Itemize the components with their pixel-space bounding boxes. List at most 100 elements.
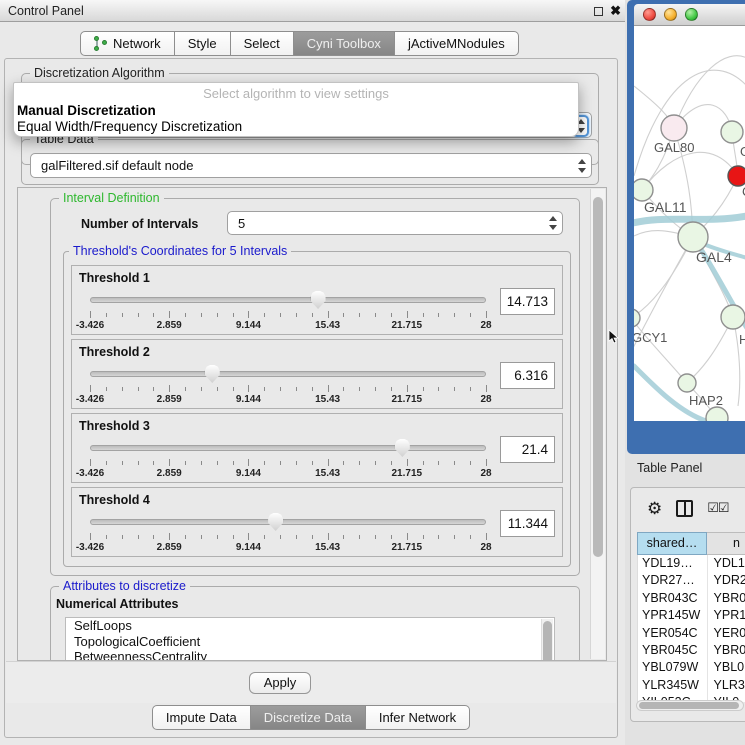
- minimize-window-icon[interactable]: [664, 8, 677, 21]
- algorithm-placeholder: Select algorithm to view settings: [14, 86, 578, 101]
- tick-label: 9.144: [236, 468, 261, 479]
- tick-label: 2.859: [157, 542, 182, 553]
- top-tabstrip: Network Style Select Cyni Toolbox jActiv…: [80, 31, 519, 56]
- tab-style[interactable]: Style: [175, 31, 231, 56]
- slider-thumb[interactable]: [311, 291, 326, 309]
- numerical-attributes-list[interactable]: SelfLoopsTopologicalCoefficientBetweenne…: [65, 617, 555, 661]
- table-data-group: Table Data galFiltered.sif default node: [21, 139, 599, 185]
- tab-impute-data[interactable]: Impute Data: [152, 705, 251, 730]
- close-panel-icon[interactable]: ✖: [610, 0, 621, 22]
- table-hscrollbar[interactable]: [636, 700, 744, 711]
- settings-scrollbar[interactable]: [590, 189, 605, 659]
- tick-label: 15.43: [315, 468, 340, 479]
- zoom-window-icon[interactable]: [685, 8, 698, 21]
- threshold-4-slider[interactable]: -3.4262.8599.14415.4321.71528: [90, 512, 486, 556]
- column-header-name[interactable]: n: [707, 532, 745, 555]
- column-header-shared[interactable]: shared…: [637, 532, 707, 555]
- tick-label: -3.426: [76, 542, 104, 553]
- table-row[interactable]: YDR27…YDR2: [638, 572, 745, 589]
- thresholds-group-label: Threshold's Coordinates for 5 Intervals: [69, 244, 291, 258]
- node: [678, 222, 708, 252]
- table-row[interactable]: YER054CYER0: [638, 625, 745, 642]
- attribute-list-item[interactable]: BetweennessCentrality: [66, 649, 554, 661]
- node-label-fragment: G: [740, 144, 745, 159]
- tick-label: 21.715: [392, 320, 423, 331]
- tick-label: 9.144: [236, 394, 261, 405]
- table-data-combobox[interactable]: galFiltered.sif default node: [30, 153, 592, 178]
- table-row[interactable]: YPR145WYPR1: [638, 607, 745, 624]
- tick-label: 2.859: [157, 394, 182, 405]
- network-window-titlebar: [634, 4, 745, 26]
- number-of-intervals-combobox[interactable]: 5: [227, 211, 563, 235]
- tick-label: 21.715: [392, 542, 423, 553]
- tick-label: 9.144: [236, 542, 261, 553]
- threshold-3-slider[interactable]: -3.4262.8599.14415.4321.71528: [90, 438, 486, 482]
- thresholds-group: Threshold's Coordinates for 5 Intervals …: [63, 251, 571, 567]
- tab-cyni-toolbox[interactable]: Cyni Toolbox: [294, 31, 395, 56]
- node-red: [728, 166, 745, 186]
- table-row[interactable]: YBR045CYBR0: [638, 642, 745, 659]
- slider-thumb[interactable]: [205, 365, 220, 383]
- attribute-list-item[interactable]: SelfLoops: [66, 618, 554, 634]
- tab-discretize-data[interactable]: Discretize Data: [251, 705, 366, 730]
- tick-label: 15.43: [315, 394, 340, 405]
- tick-label: 28: [480, 394, 491, 405]
- threshold-4-box: Threshold 4 -3.4262.8599.14415.4321.7152…: [71, 487, 563, 557]
- tick-label: 28: [480, 320, 491, 331]
- settings-scrollpane: Interval Definition Number of Intervals …: [17, 187, 607, 661]
- tick-label: -3.426: [76, 394, 104, 405]
- select-columns-icon[interactable]: ☑☑: [707, 500, 728, 516]
- node: [678, 374, 696, 392]
- table-row[interactable]: YBL079WYBL0: [638, 659, 745, 676]
- apply-button[interactable]: Apply: [249, 672, 311, 694]
- mouse-cursor: [608, 329, 620, 345]
- close-window-icon[interactable]: [643, 8, 656, 21]
- table-body: YDL19…YDL1YDR27…YDR2YBR043CYBR0YPR145WYP…: [637, 555, 745, 702]
- option-manual-discretization[interactable]: Manual Discretization: [17, 103, 156, 118]
- tab-select[interactable]: Select: [231, 31, 294, 56]
- threshold-1-value[interactable]: 14.713: [500, 288, 555, 315]
- right-column: GAL80 GAL11 GAL4 GCY1 HAP2 G C H Table P…: [625, 0, 745, 745]
- threshold-1-slider[interactable]: -3.4262.8599.14415.4321.71528: [90, 290, 486, 334]
- list-scrollbar[interactable]: [541, 619, 553, 661]
- tab-network[interactable]: Network: [80, 31, 175, 56]
- node: [721, 121, 743, 143]
- tick-label: 15.43: [315, 320, 340, 331]
- attributes-group: Attributes to discretize Numerical Attri…: [50, 586, 580, 661]
- tick-label: 21.715: [392, 394, 423, 405]
- slider-thumb[interactable]: [395, 439, 410, 457]
- gear-icon[interactable]: ⚙: [647, 500, 662, 517]
- attribute-list-item[interactable]: TopologicalCoefficient: [66, 634, 554, 650]
- control-panel: Control Panel ✖ Network Style Select Cyn…: [0, 0, 625, 745]
- threshold-2-slider[interactable]: -3.4262.8599.14415.4321.71528: [90, 364, 486, 408]
- screen: Control Panel ✖ Network Style Select Cyn…: [0, 0, 745, 745]
- threshold-4-value[interactable]: 11.344: [500, 510, 555, 537]
- tick-label: -3.426: [76, 320, 104, 331]
- table-row[interactable]: YDL19…YDL1: [638, 555, 745, 572]
- threshold-2-box: Threshold 2 -3.4262.8599.14415.4321.7152…: [71, 339, 563, 409]
- apply-row: Apply: [6, 661, 616, 703]
- split-columns-icon[interactable]: [676, 500, 693, 517]
- node-label-fragment: H: [739, 332, 745, 347]
- node-table: shared… n YDL19…YDL1YDR27…YDR2YBR043CYBR…: [637, 532, 745, 702]
- threshold-3-value[interactable]: 21.4: [500, 436, 555, 463]
- node-label: GAL80: [654, 140, 694, 155]
- tab-infer-network[interactable]: Infer Network: [366, 705, 470, 730]
- network-canvas[interactable]: GAL80 GAL11 GAL4 GCY1 HAP2 G C H: [634, 26, 745, 421]
- network-icon: [94, 36, 107, 51]
- table-row[interactable]: YBR043CYBR0: [638, 590, 745, 607]
- table-row[interactable]: YLR345WYLR3: [638, 677, 745, 694]
- table-panel-title: Table Panel: [637, 461, 702, 475]
- tab-jactivemnodules[interactable]: jActiveMNodules: [395, 31, 519, 56]
- numerical-attributes-label: Numerical Attributes: [56, 597, 178, 611]
- table-panel-toolbar: ⚙ ☑☑: [631, 494, 745, 522]
- interval-definition-group: Interval Definition Number of Intervals …: [50, 198, 580, 576]
- float-panel-icon[interactable]: [594, 7, 603, 16]
- node-label: GCY1: [634, 330, 667, 345]
- threshold-2-value[interactable]: 6.316: [500, 362, 555, 389]
- node-label: GAL4: [696, 249, 732, 265]
- stepper-arrows-icon: [577, 159, 586, 173]
- option-equal-width-frequency[interactable]: Equal Width/Frequency Discretization: [17, 119, 242, 134]
- slider-thumb[interactable]: [268, 513, 283, 531]
- node-label: HAP2: [689, 393, 723, 408]
